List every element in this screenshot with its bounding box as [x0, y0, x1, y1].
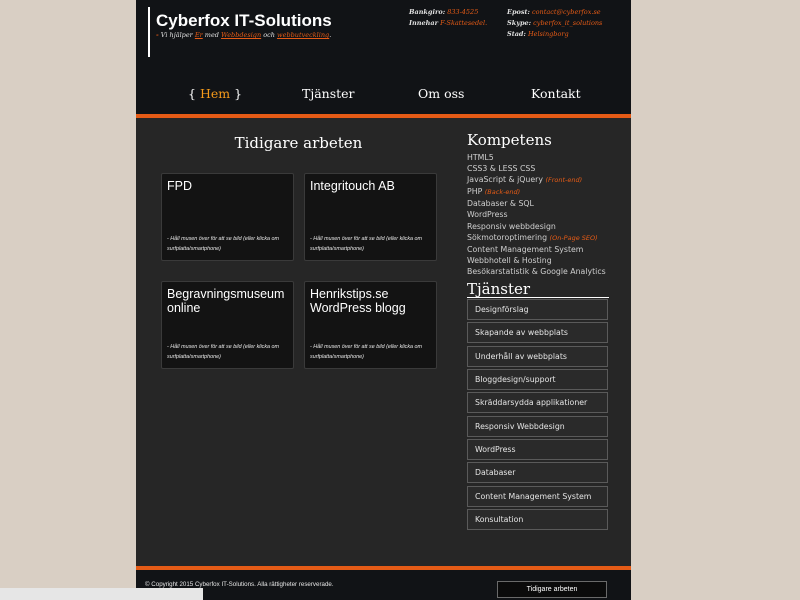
tagline-och: och — [263, 31, 275, 39]
service-item[interactable]: Responsiv Webbdesign — [467, 415, 608, 437]
work-title: Henrikstips.se WordPress blogg — [310, 287, 406, 315]
city-value: Helsingborg — [527, 30, 569, 38]
services-list: Designförslag Skapande av webbplats Underh… — [467, 299, 608, 532]
brace-close: } — [234, 86, 243, 101]
nav-item-hem[interactable]: { Hem } — [188, 86, 242, 101]
competence-title: Kompetens — [467, 131, 552, 149]
nav-label-hem: Hem — [199, 86, 231, 101]
brand-title[interactable]: Cyberfox IT-Solutions — [156, 11, 332, 31]
tagline-prefix: Vi hjälper — [160, 31, 193, 39]
main-nav: { Hem } Tjänster Om oss Kontakt — [136, 57, 631, 114]
competence-note: (On-Page SEO) — [549, 233, 598, 242]
fskatt-value: F-Skattesedel. — [440, 19, 488, 27]
brand-divider — [148, 7, 150, 57]
tagline-med: med — [204, 31, 219, 39]
header: Cyberfox IT-Solutions - Vi hjälper Er me… — [136, 0, 631, 57]
work-hint: - Håll musen över för att se bild (eller… — [310, 344, 423, 360]
webbutveckling-link[interactable]: webbutveckling — [277, 31, 329, 39]
work-hint: - Håll musen över för att se bild (eller… — [167, 236, 280, 252]
competence-item: JavaScript & jQuery (Front-end) — [467, 175, 583, 185]
tagline-er-link[interactable]: Er — [195, 31, 203, 39]
work-title: Begravningsmuseum online — [167, 287, 285, 315]
service-item[interactable]: Content Management System — [467, 485, 608, 507]
horizontal-scrollbar[interactable] — [0, 588, 203, 600]
city-row: Stad: Helsingborg — [507, 30, 569, 38]
works-title: Tidigare arbeten — [234, 134, 363, 152]
bankgiro-row: Bankgiro: 833-4525 — [409, 8, 479, 16]
services-underline — [467, 297, 609, 298]
competence-item: Databaser & SQL — [467, 199, 534, 209]
skype-row: Skype: cyberfox_it_solutions — [507, 19, 603, 27]
skype-value: cyberfox_it_solutions — [533, 19, 603, 27]
service-item[interactable]: Databaser — [467, 462, 608, 484]
competence-item: Besökarstatistik & Google Analytics — [467, 266, 606, 276]
competence-item: HTML5 — [467, 153, 494, 162]
competence-item: Content Management System — [467, 244, 584, 254]
contact-info-left: Bankgiro: 833-4525 Innehar F-Skattesedel… — [409, 7, 487, 29]
service-item[interactable]: Underhåll av webbplats — [467, 345, 608, 367]
work-hint: - Håll musen över för att se bild (eller… — [167, 344, 280, 360]
previous-works-button[interactable]: Tidigare arbeten — [497, 581, 607, 598]
work-title: Integritouch AB — [310, 179, 395, 193]
site-wrapper: Cyberfox IT-Solutions - Vi hjälper Er me… — [136, 0, 631, 600]
competence-item: CSS3 & LESS CSS — [467, 164, 536, 174]
competence-item: PHP (Back-end) — [467, 187, 521, 197]
nav-item-tjanster[interactable]: Tjänster — [302, 86, 355, 101]
service-item[interactable]: WordPress — [467, 439, 608, 461]
contact-info-right: Epost: contact@cyberfox.se Skype: cyberf… — [507, 7, 602, 40]
work-hint: - Håll musen över för att se bild (eller… — [310, 236, 423, 252]
service-item[interactable]: Konsultation — [467, 509, 608, 531]
competence-item: Sökmotoroptimering (On-Page SEO) — [467, 232, 598, 242]
service-item[interactable]: Bloggdesign/support — [467, 369, 608, 391]
webbdesign-link[interactable]: Webbdesign — [221, 31, 261, 39]
service-item[interactable]: Skapande av webbplats — [467, 322, 608, 344]
competence-item: WordPress — [467, 210, 508, 220]
tagline-dash: - — [156, 31, 159, 39]
work-card-fpd[interactable]: FPD - Håll musen över för att se bild (e… — [161, 173, 294, 261]
work-card-integritouch[interactable]: Integritouch AB - Håll musen över för at… — [304, 173, 437, 261]
brace-open: { — [188, 86, 196, 101]
service-item[interactable]: Designförslag — [467, 299, 608, 320]
work-card-begravningsmuseum[interactable]: Begravningsmuseum online - Håll musen öv… — [161, 281, 294, 369]
nav-accent-line — [136, 114, 631, 118]
competence-item: Responsiv webbdesign — [467, 221, 556, 231]
email-row: Epost: contact@cyberfox.se — [507, 8, 601, 16]
service-item[interactable]: Skräddarsydda applikationer — [467, 392, 608, 414]
competence-item: Webbhotell & Hosting — [467, 255, 552, 265]
work-card-henrikstips[interactable]: Henrikstips.se WordPress blogg - Håll mu… — [304, 281, 437, 369]
competence-note: (Back-end) — [484, 188, 521, 197]
copyright-text: © Copyright 2015 Cyberfox IT-Solutions. … — [145, 581, 334, 588]
services-title: Tjänster — [467, 280, 531, 298]
email-link[interactable]: contact@cyberfox.se — [532, 8, 601, 16]
bankgiro-value: 833-4525 — [447, 8, 479, 16]
nav-item-kontakt[interactable]: Kontakt — [531, 86, 581, 101]
work-title: FPD — [167, 179, 192, 193]
footer: © Copyright 2015 Cyberfox IT-Solutions. … — [136, 570, 631, 600]
fskatt-row: Innehar F-Skattesedel. — [409, 19, 488, 27]
nav-item-om-oss[interactable]: Om oss — [418, 86, 464, 101]
competence-list: HTML5 CSS3 & LESS CSS JavaScript & jQuery … — [467, 152, 606, 277]
competence-note: (Front-end) — [545, 176, 583, 185]
brand-tagline: - Vi hjälper Er med Webbdesign och webbu… — [156, 31, 332, 39]
